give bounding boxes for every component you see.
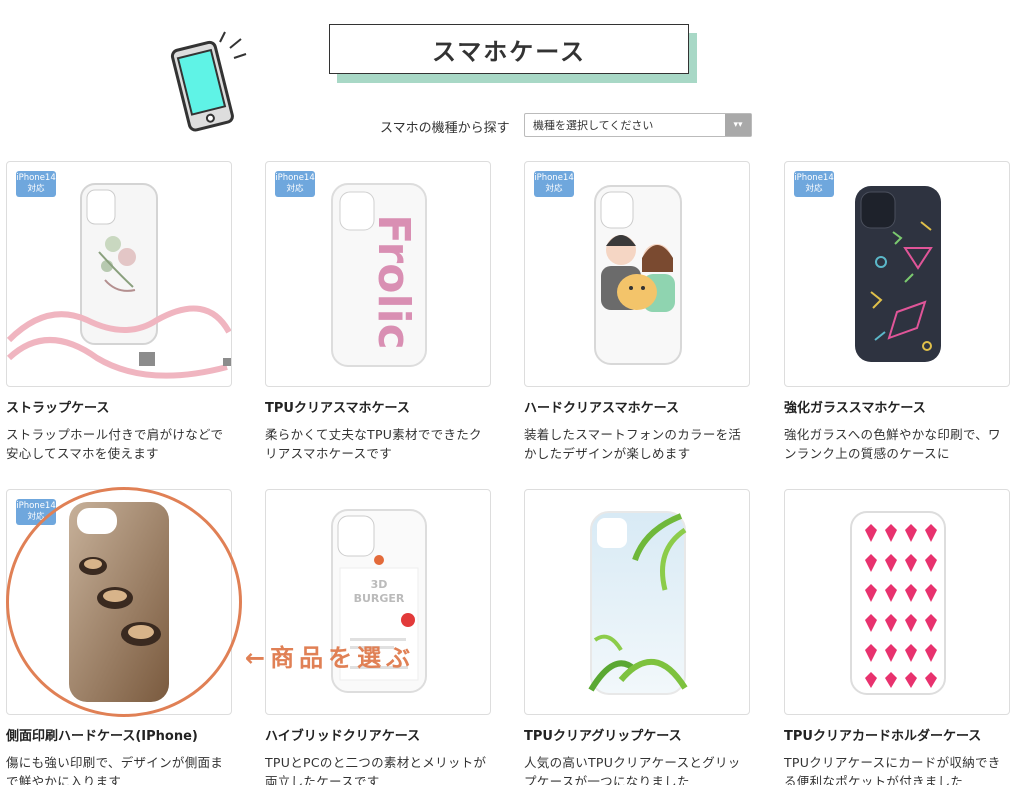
model-select[interactable]: 機種を選択してください ▾▾	[524, 113, 752, 137]
cardholder-hearts-image	[850, 511, 946, 695]
page-title-wrapper: スマホケース	[329, 24, 699, 84]
model-filter-label: スマホの機種から探す	[380, 121, 510, 136]
product-card-grip[interactable]: TPUクリアグリップケース 人気の高いTPUクリアケースとグリップケースが一つに…	[524, 489, 750, 785]
product-title[interactable]: 側面印刷ハードケース(IPhone)	[6, 725, 232, 744]
iphone14-badge: iPhone14 対応	[16, 499, 56, 525]
product-card-strap-case[interactable]: iPhone14 対応 ストラップケース ストラップホール付きで肩がけなどで安心し…	[6, 161, 232, 463]
product-image[interactable]: iPhone14 対応 Frolic	[265, 161, 491, 387]
product-description: TPUクリアケースにカードが収納できる便利なポケットが付きました	[784, 755, 1001, 785]
product-card-hard-clear[interactable]: iPhone14 対応 ハードクリアスマホケース 装着したスマートフォンのカラーを…	[524, 161, 750, 463]
product-title[interactable]: TPUクリアスマホケース	[265, 397, 491, 416]
product-title[interactable]: TPUクリアグリップケース	[524, 725, 750, 744]
product-description: TPUとPCのと二つの素材とメリットが両立したケースです	[265, 755, 487, 785]
product-image[interactable]	[784, 489, 1010, 715]
product-title[interactable]: ハイブリッドクリアケース	[265, 725, 491, 744]
page-title: スマホケース	[329, 24, 689, 74]
product-title[interactable]: ストラップケース	[6, 397, 232, 416]
product-card-cardholder[interactable]: TPUクリアカードホルダーケース TPUクリアケースにカードが収納できる便利なポ…	[784, 489, 1010, 785]
product-card-side-print[interactable]: iPhone14 対応 側面印刷ハードケース(IPhone) 傷にも強い印刷で、デ…	[6, 489, 232, 785]
product-card-hybrid[interactable]: 3D BURGER ハイブリッドクリアケース TPUとPCのと二つの素材とメリッ…	[265, 489, 491, 785]
chevron-down-icon[interactable]: ▾▾	[725, 114, 751, 136]
product-description: ストラップホール付きで肩がけなどで安心してスマホを使えます	[6, 427, 224, 461]
product-description: 人気の高いTPUクリアケースとグリップケースが一つになりました	[524, 755, 741, 785]
product-description: 傷にも強い印刷で、デザインが側面まで鮮やかに入ります	[6, 755, 224, 785]
product-image[interactable]: iPhone14 対応	[6, 161, 232, 387]
iphone14-badge: iPhone14 対応	[794, 171, 834, 197]
product-description: 強化ガラスへの色鮮やかな印刷で、ワンランク上の質感のケースに	[784, 427, 1001, 461]
iphone14-badge: iPhone14 対応	[534, 171, 574, 197]
product-title[interactable]: 強化ガラススマホケース	[784, 397, 1010, 416]
product-card-tpu-clear[interactable]: iPhone14 対応 Frolic TPUクリアスマホケース 柔らかくて丈夫なT…	[265, 161, 491, 463]
callout-text: ←商品を選ぶ	[245, 644, 416, 672]
product-image[interactable]: iPhone14 対応	[6, 489, 232, 715]
iphone14-badge: iPhone14 対応	[16, 171, 56, 197]
hybrid-burger-image: 3D BURGER	[331, 509, 427, 693]
product-description: 装着したスマートフォンのカラーを活かしたデザインが楽しめます	[524, 427, 742, 461]
product-card-glass[interactable]: iPhone14 対応 強化ガラススマホケース 強化ガラスへの色鮮やかな印刷で、ワ…	[784, 161, 1010, 463]
phone-illustration-icon	[170, 31, 247, 132]
model-select-value: 機種を選択してください	[533, 119, 654, 132]
svg-text:3D: 3D	[371, 578, 388, 591]
product-title[interactable]: TPUクリアカードホルダーケース	[784, 725, 1010, 744]
product-description: 柔らかくて丈夫なTPU素材でできたクリアスマホケースです	[265, 427, 482, 461]
svg-text:Frolic: Frolic	[368, 214, 419, 349]
product-image[interactable]: iPhone14 対応	[784, 161, 1010, 387]
product-title[interactable]: ハードクリアスマホケース	[524, 397, 750, 416]
iphone14-badge: iPhone14 対応	[275, 171, 315, 197]
grip-palm-image	[588, 511, 688, 695]
product-image[interactable]: iPhone14 対応	[524, 161, 750, 387]
svg-text:BURGER: BURGER	[354, 592, 405, 605]
product-image[interactable]	[524, 489, 750, 715]
product-image[interactable]: 3D BURGER	[265, 489, 491, 715]
